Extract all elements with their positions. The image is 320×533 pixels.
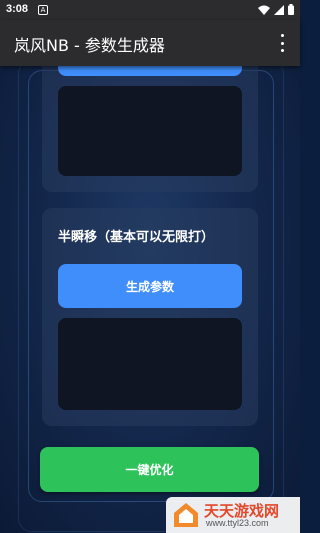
notification-icon: A: [38, 5, 48, 15]
optimize-button[interactable]: 一键优化: [40, 447, 259, 492]
signal-icon: [274, 4, 284, 15]
param-card-2: 半瞬移（基本可以无限打） 生成参数: [42, 208, 258, 426]
battery-icon: [288, 4, 294, 15]
output-box: [58, 318, 242, 410]
output-box-1: [58, 86, 242, 176]
status-time: 3:08: [6, 3, 29, 15]
watermark-logo-icon: [174, 503, 198, 527]
section-title: 半瞬移（基本可以无限打）: [58, 230, 215, 245]
generate-button[interactable]: 生成参数: [58, 264, 242, 308]
wifi-icon: [258, 5, 270, 15]
more-vert-icon[interactable]: [274, 34, 290, 52]
param-card-1: [42, 54, 258, 192]
app-screen: 半瞬移（基本可以无限打） 生成参数 一键优化: [0, 0, 300, 533]
watermark: 天天游戏网 www.ttyl23.com: [166, 497, 300, 533]
watermark-url: www.ttyl23.com: [206, 518, 269, 528]
status-bar: 3:08 A: [0, 0, 300, 20]
app-title: 岚风NB - 参数生成器: [14, 36, 165, 55]
app-bar: 岚风NB - 参数生成器: [0, 20, 300, 66]
status-icons: [258, 4, 294, 15]
